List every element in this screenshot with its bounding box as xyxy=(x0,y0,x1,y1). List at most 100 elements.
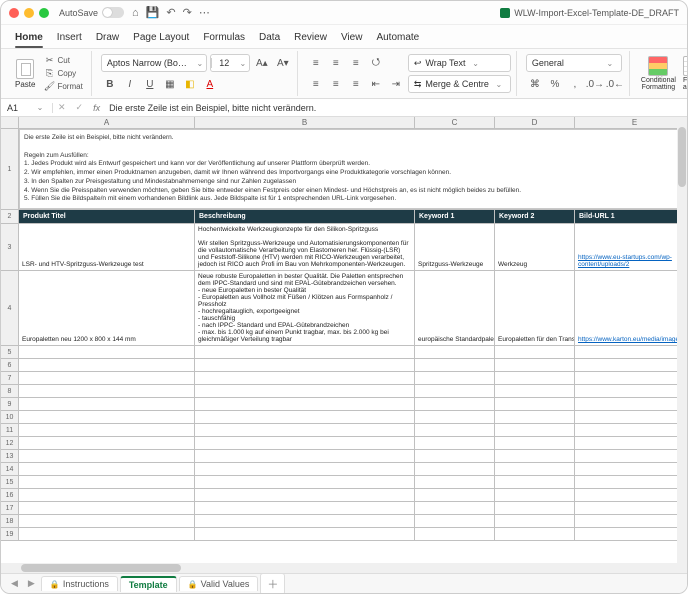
sheet-nav-next-icon[interactable]: ▶ xyxy=(24,578,39,589)
cell[interactable] xyxy=(495,346,575,359)
row-header[interactable]: 4 xyxy=(1,271,19,346)
cell[interactable]: Werkzeug xyxy=(495,224,575,271)
instructions-cell[interactable]: Die erste Zeile ist ein Beispiel, bitte … xyxy=(19,129,687,210)
cell[interactable] xyxy=(495,515,575,528)
column-header[interactable]: E xyxy=(575,117,687,128)
enter-icon[interactable]: ✓ xyxy=(71,102,89,113)
tab-view[interactable]: View xyxy=(341,29,363,48)
tab-review[interactable]: Review xyxy=(294,29,327,48)
save-icon[interactable]: 💾 xyxy=(146,6,160,19)
tab-draw[interactable]: Draw xyxy=(96,29,119,48)
format-as-table-button[interactable]: Forma as Tab xyxy=(681,56,688,91)
currency-button[interactable]: ⌘ xyxy=(526,75,544,93)
decrease-font-button[interactable]: A▾ xyxy=(274,54,292,72)
cell[interactable] xyxy=(575,359,687,372)
cell[interactable] xyxy=(195,502,415,515)
cell[interactable] xyxy=(415,346,495,359)
cell[interactable] xyxy=(495,411,575,424)
select-all-corner[interactable] xyxy=(1,117,19,128)
document-title[interactable]: WLW-Import-Excel-Template-DE_DRAFT xyxy=(500,8,679,18)
format-painter-button[interactable]: 🖌Format xyxy=(41,81,85,93)
decrease-decimal-button[interactable]: .0← xyxy=(606,75,624,93)
row-header[interactable]: 6 xyxy=(1,359,19,372)
align-top-button[interactable]: ≡ xyxy=(307,54,325,72)
cell[interactable] xyxy=(495,424,575,437)
cell[interactable] xyxy=(195,463,415,476)
sheet-tab-instructions[interactable]: 🔒Instructions xyxy=(41,576,118,591)
row-header[interactable]: 18 xyxy=(1,515,19,528)
vertical-scrollbar[interactable] xyxy=(677,117,687,573)
minimize-window-icon[interactable] xyxy=(24,8,34,18)
cell[interactable] xyxy=(19,411,195,424)
horizontal-scrollbar[interactable] xyxy=(1,563,677,573)
row-header[interactable]: 9 xyxy=(1,398,19,411)
cell[interactable] xyxy=(195,450,415,463)
table-header-cell[interactable]: Bild-URL 1 xyxy=(575,210,687,224)
cell[interactable] xyxy=(19,463,195,476)
cell[interactable] xyxy=(575,346,687,359)
cell[interactable] xyxy=(575,489,687,502)
scrollbar-thumb[interactable] xyxy=(678,127,686,187)
fill-color-button[interactable]: ◧ xyxy=(181,75,199,93)
cell[interactable]: Europaletten für den Trans xyxy=(495,271,575,346)
row-header[interactable]: 10 xyxy=(1,411,19,424)
autosave-toggle[interactable]: AutoSave xyxy=(59,7,124,18)
tab-automate[interactable]: Automate xyxy=(376,29,419,48)
cell[interactable] xyxy=(415,398,495,411)
cell[interactable] xyxy=(415,437,495,450)
cell[interactable] xyxy=(495,450,575,463)
row-header[interactable]: 14 xyxy=(1,463,19,476)
align-right-button[interactable]: ≡ xyxy=(347,75,365,93)
sheet-nav-prev-icon[interactable]: ◀ xyxy=(7,578,22,589)
table-header-cell[interactable]: Keyword 1 xyxy=(415,210,495,224)
cells-area[interactable]: 1 Die erste Zeile ist ein Beispiel, bitt… xyxy=(1,129,687,541)
cell[interactable] xyxy=(19,372,195,385)
redo-icon[interactable]: ↷ xyxy=(183,6,192,19)
row-header[interactable]: 19 xyxy=(1,528,19,541)
cell[interactable]: Spritzguss-Werkzeuge xyxy=(415,224,495,271)
table-header-cell[interactable]: Produkt Titel xyxy=(19,210,195,224)
cell[interactable] xyxy=(195,372,415,385)
cell[interactable] xyxy=(575,372,687,385)
cell[interactable] xyxy=(575,398,687,411)
merge-centre-button[interactable]: ⇆Merge & Centre⌄ xyxy=(408,75,511,93)
table-header-cell[interactable]: Keyword 2 xyxy=(495,210,575,224)
wrap-text-button[interactable]: ↩Wrap Text⌄ xyxy=(408,54,511,72)
cell[interactable] xyxy=(415,411,495,424)
conditional-formatting-button[interactable]: Conditional Formatting xyxy=(639,56,678,91)
cell[interactable] xyxy=(195,359,415,372)
orientation-button[interactable]: ⭯ xyxy=(367,54,385,72)
align-middle-button[interactable]: ≡ xyxy=(327,54,345,72)
cell[interactable] xyxy=(495,359,575,372)
cell[interactable] xyxy=(195,346,415,359)
increase-indent-button[interactable]: ⇥ xyxy=(387,75,405,93)
cell[interactable] xyxy=(195,385,415,398)
home-icon[interactable]: ⌂ xyxy=(132,7,139,19)
bold-button[interactable]: B xyxy=(101,75,119,93)
row-header[interactable]: 2 xyxy=(1,210,19,224)
cell[interactable] xyxy=(19,502,195,515)
underline-button[interactable]: U xyxy=(141,75,159,93)
cell[interactable] xyxy=(195,411,415,424)
cell[interactable] xyxy=(195,515,415,528)
font-family-select[interactable]: Aptos Narrow (Bod... ⌄ xyxy=(101,54,207,72)
cell[interactable] xyxy=(495,489,575,502)
row-header[interactable]: 3 xyxy=(1,224,19,271)
border-button[interactable]: ▦ xyxy=(161,75,179,93)
cell[interactable] xyxy=(19,515,195,528)
increase-font-button[interactable]: A▴ xyxy=(253,54,271,72)
cell[interactable] xyxy=(19,528,195,541)
cell[interactable]: Hochentwickelte Werkzeugkonzepte für den… xyxy=(195,224,415,271)
cell[interactable] xyxy=(495,372,575,385)
cell[interactable] xyxy=(415,528,495,541)
row-header[interactable]: 11 xyxy=(1,424,19,437)
cell[interactable] xyxy=(19,476,195,489)
decrease-indent-button[interactable]: ⇤ xyxy=(367,75,385,93)
cell[interactable]: https://www.karton.eu/media/image/produc… xyxy=(575,271,687,346)
more-icon[interactable]: ⋯ xyxy=(199,6,210,19)
cell[interactable] xyxy=(575,515,687,528)
cell[interactable] xyxy=(19,424,195,437)
row-header[interactable]: 15 xyxy=(1,476,19,489)
row-header[interactable]: 7 xyxy=(1,372,19,385)
cell[interactable] xyxy=(495,476,575,489)
